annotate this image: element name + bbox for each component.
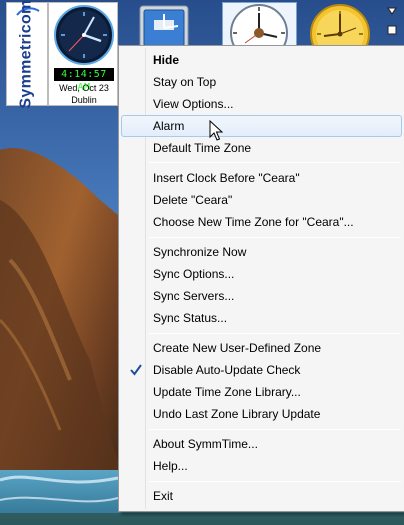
ceara-clock[interactable] [222, 2, 297, 62]
menu-item-create-user-zone[interactable]: Create New User-Defined Zone [121, 337, 402, 359]
menu-item-insert-clock[interactable]: Insert Clock Before "Ceara" [121, 167, 402, 189]
square-icon[interactable] [387, 25, 397, 35]
menu-item-stay-on-top[interactable]: Stay on Top [121, 71, 402, 93]
menu-item-about[interactable]: About SymmTime... [121, 433, 402, 455]
blue-square-clock-face [139, 5, 189, 49]
menu-item-disable-auto-update[interactable]: Disable Auto-Update Check [121, 359, 402, 381]
menu-item-sync-status[interactable]: Sync Status... [121, 307, 402, 329]
checkmark-icon [130, 364, 142, 376]
triangle-down-icon[interactable] [387, 6, 397, 16]
dark-analog-clock-face [54, 5, 114, 65]
menu-separator [149, 162, 401, 163]
menu-item-delete-clock[interactable]: Delete "Ceara" [121, 189, 402, 211]
mouse-pointer-icon [209, 120, 223, 141]
menu-separator [149, 481, 401, 482]
menu-item-help[interactable]: Help... [121, 455, 402, 477]
gold-analog-clock-face [310, 4, 370, 64]
menu-item-sync-servers[interactable]: Sync Servers... [121, 285, 402, 307]
menu-item-view-options[interactable]: View Options... [121, 93, 402, 115]
menu-item-label: Disable Auto-Update Check [153, 363, 301, 377]
menu-item-synchronize-now[interactable]: Synchronize Now [121, 241, 402, 263]
menu-item-exit[interactable]: Exit [121, 485, 402, 507]
menu-item-sync-options[interactable]: Sync Options... [121, 263, 402, 285]
brand-name: Symmetricom [18, 0, 35, 109]
menu-separator [149, 429, 401, 430]
menu-separator [149, 237, 401, 238]
menu-item-default-time-zone[interactable]: Default Time Zone [121, 137, 402, 159]
clock-date: Wed, Oct 23 [59, 83, 109, 93]
menu-item-choose-time-zone[interactable]: Choose New Time Zone for "Ceara"... [121, 211, 402, 233]
menu-item-undo-library-update[interactable]: Undo Last Zone Library Update [121, 403, 402, 425]
context-menu: Hide Stay on Top View Options... Alarm D… [118, 45, 404, 512]
menu-item-hide[interactable]: Hide [121, 49, 402, 71]
clock-city: Dublin [71, 95, 97, 105]
digital-time-display: 4:14:57 AM [54, 68, 114, 93]
gold-clock[interactable] [300, 2, 378, 64]
white-analog-clock-face [230, 4, 288, 62]
symmetricom-logo: Symmetricom [6, 0, 48, 109]
menu-item-alarm[interactable]: Alarm [121, 115, 402, 137]
dublin-clock[interactable]: 4:14:57 AM Wed, Oct 23 Dublin [48, 2, 118, 106]
menu-item-update-library[interactable]: Update Time Zone Library... [121, 381, 402, 403]
menu-separator [149, 333, 401, 334]
